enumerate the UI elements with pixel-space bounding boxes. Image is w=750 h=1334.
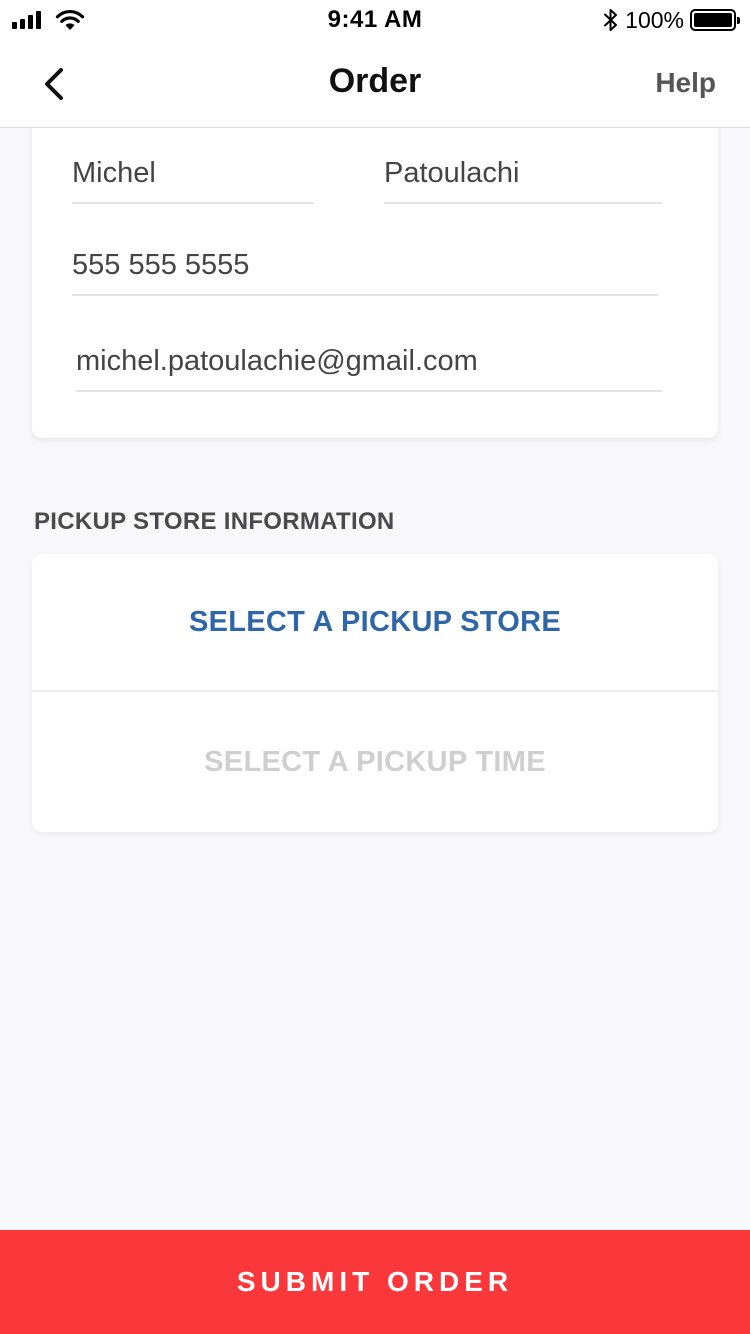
- status-bar: 9:41 AM 100%: [0, 0, 750, 40]
- email-field[interactable]: michel.patoulachie@gmail.com: [76, 332, 662, 392]
- help-link[interactable]: Help: [655, 67, 716, 99]
- select-pickup-time-button[interactable]: SELECT A PICKUP TIME: [32, 693, 718, 831]
- battery-icon: [690, 9, 740, 31]
- page-title: Order: [328, 62, 422, 100]
- order-screen: 9:41 AM 100% Order Help Michel Patoulach…: [0, 0, 750, 1334]
- phone-field[interactable]: 555 555 5555: [72, 236, 658, 296]
- contact-info-card: Michel Patoulachi 555 555 5555 michel.pa…: [32, 100, 718, 438]
- pickup-card: SELECT A PICKUP STORE SELECT A PICKUP TI…: [32, 554, 718, 832]
- battery-percent: 100%: [625, 6, 684, 33]
- submit-order-button[interactable]: SUBMIT ORDER: [0, 1230, 750, 1334]
- battery-fill: [694, 13, 732, 27]
- status-right: 100%: [603, 6, 740, 34]
- select-pickup-store-button[interactable]: SELECT A PICKUP STORE: [32, 554, 718, 692]
- navigation-bar: Order Help: [0, 40, 750, 128]
- last-name-field[interactable]: Patoulachi: [384, 144, 662, 204]
- bluetooth-icon: [604, 9, 618, 31]
- pickup-section-label: PICKUP STORE INFORMATION: [34, 508, 395, 535]
- first-name-field[interactable]: Michel: [72, 144, 314, 204]
